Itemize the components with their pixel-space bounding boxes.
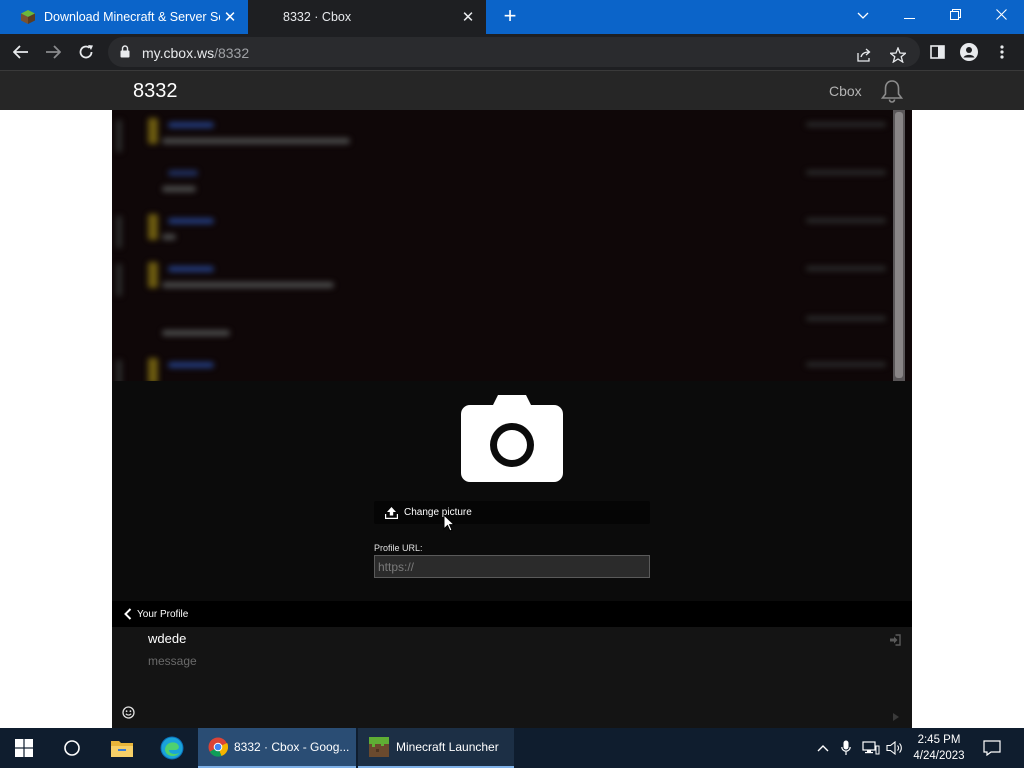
- show-hidden-icons-chevron-icon[interactable]: [813, 728, 833, 768]
- camera-icon[interactable]: [460, 393, 564, 488]
- forward-arrow-icon[interactable]: [40, 39, 66, 65]
- tab-download-minecraft[interactable]: Download Minecraft & Server Sc ✕: [0, 0, 248, 34]
- message-input[interactable]: [148, 652, 848, 670]
- taskbar-minecraft-window[interactable]: Minecraft Launcher: [358, 728, 514, 768]
- your-profile-label: Your Profile: [137, 608, 189, 620]
- change-picture-label: Change picture: [404, 507, 472, 518]
- tab-title: Download Minecraft & Server Sc: [44, 10, 220, 24]
- change-picture-button[interactable]: Change picture: [374, 501, 650, 524]
- tab-close-icon[interactable]: ✕: [220, 8, 240, 26]
- your-profile-back-button[interactable]: Your Profile: [112, 601, 912, 627]
- system-clock[interactable]: 2:45 PM 4/24/2023: [908, 732, 970, 764]
- send-arrow-icon[interactable]: [893, 708, 899, 726]
- cbox-header: 8332 Cbox: [0, 70, 1024, 110]
- menu-kebab-icon[interactable]: [991, 41, 1013, 63]
- taskbar-chrome-window[interactable]: 8332 · Cbox - Goog...: [198, 728, 356, 768]
- login-icon[interactable]: [889, 633, 901, 651]
- action-center-icon[interactable]: [978, 728, 1006, 768]
- profile-url-input[interactable]: [374, 555, 650, 578]
- clock-date: 4/24/2023: [913, 750, 965, 762]
- profile-avatar-icon[interactable]: [958, 41, 980, 63]
- chevron-left-icon: [124, 608, 132, 620]
- volume-icon[interactable]: [884, 728, 906, 768]
- minecraft-icon: [368, 736, 390, 758]
- profile-url-label: Profile URL:: [374, 543, 423, 553]
- network-icon[interactable]: [860, 728, 882, 768]
- browser-tab-bar: Download Minecraft & Server Sc ✕ 8332 · …: [0, 0, 1024, 34]
- tab-search-chevron-icon[interactable]: [840, 0, 886, 30]
- chrome-icon: [208, 737, 228, 757]
- tab-cbox[interactable]: 8332 · Cbox ✕: [248, 0, 486, 34]
- cortana-search-icon[interactable]: [48, 728, 96, 768]
- page-margin-left: [0, 110, 112, 728]
- clock-time: 2:45 PM: [917, 734, 961, 746]
- url-path: /8332: [214, 45, 250, 61]
- edge-icon[interactable]: [148, 728, 196, 768]
- taskbar-app-label: Minecraft Launcher: [396, 740, 499, 754]
- chat-history-blurred: [112, 110, 912, 381]
- minecraft-favicon-icon: [20, 9, 36, 25]
- tab-title: 8332 · Cbox: [283, 10, 352, 24]
- url-host: my.cbox.ws: [142, 45, 215, 61]
- smiley-icon[interactable]: [122, 706, 135, 724]
- upload-icon: [385, 506, 398, 519]
- message-composer: wdede: [112, 627, 912, 728]
- page-margin-right: [912, 110, 1024, 728]
- share-icon[interactable]: [854, 44, 876, 66]
- address-bar[interactable]: my.cbox.ws/8332: [108, 37, 920, 67]
- profile-panel: Change picture Profile URL:: [112, 381, 912, 601]
- file-explorer-icon[interactable]: [98, 728, 146, 768]
- bell-icon[interactable]: [879, 78, 905, 109]
- back-arrow-icon[interactable]: [8, 39, 34, 65]
- minimize-icon[interactable]: [886, 0, 932, 30]
- chat-scrollbar-thumb[interactable]: [895, 112, 903, 378]
- windows-start-icon[interactable]: [0, 728, 48, 768]
- taskbar-app-label: 8332 · Cbox - Goog...: [234, 740, 350, 754]
- reload-icon[interactable]: [73, 39, 99, 65]
- tab-close-icon[interactable]: ✕: [458, 8, 478, 26]
- microphone-icon[interactable]: [836, 728, 856, 768]
- restore-icon[interactable]: [932, 0, 978, 30]
- cbox-link[interactable]: Cbox: [829, 83, 862, 99]
- close-window-icon[interactable]: [978, 0, 1024, 30]
- username-field[interactable]: wdede: [148, 631, 186, 646]
- new-tab-icon[interactable]: +: [498, 5, 522, 29]
- side-panel-icon[interactable]: [926, 41, 948, 63]
- mouse-pointer-icon: [443, 513, 456, 537]
- windows-taskbar: 8332 · Cbox - Goog... Minecraft Launcher…: [0, 728, 1024, 768]
- bookmark-star-icon[interactable]: [887, 44, 909, 66]
- box-title: 8332: [133, 80, 178, 102]
- url-text: my.cbox.ws/8332: [142, 45, 249, 61]
- browser-toolbar: my.cbox.ws/8332: [0, 34, 1024, 70]
- lock-icon: [120, 45, 130, 63]
